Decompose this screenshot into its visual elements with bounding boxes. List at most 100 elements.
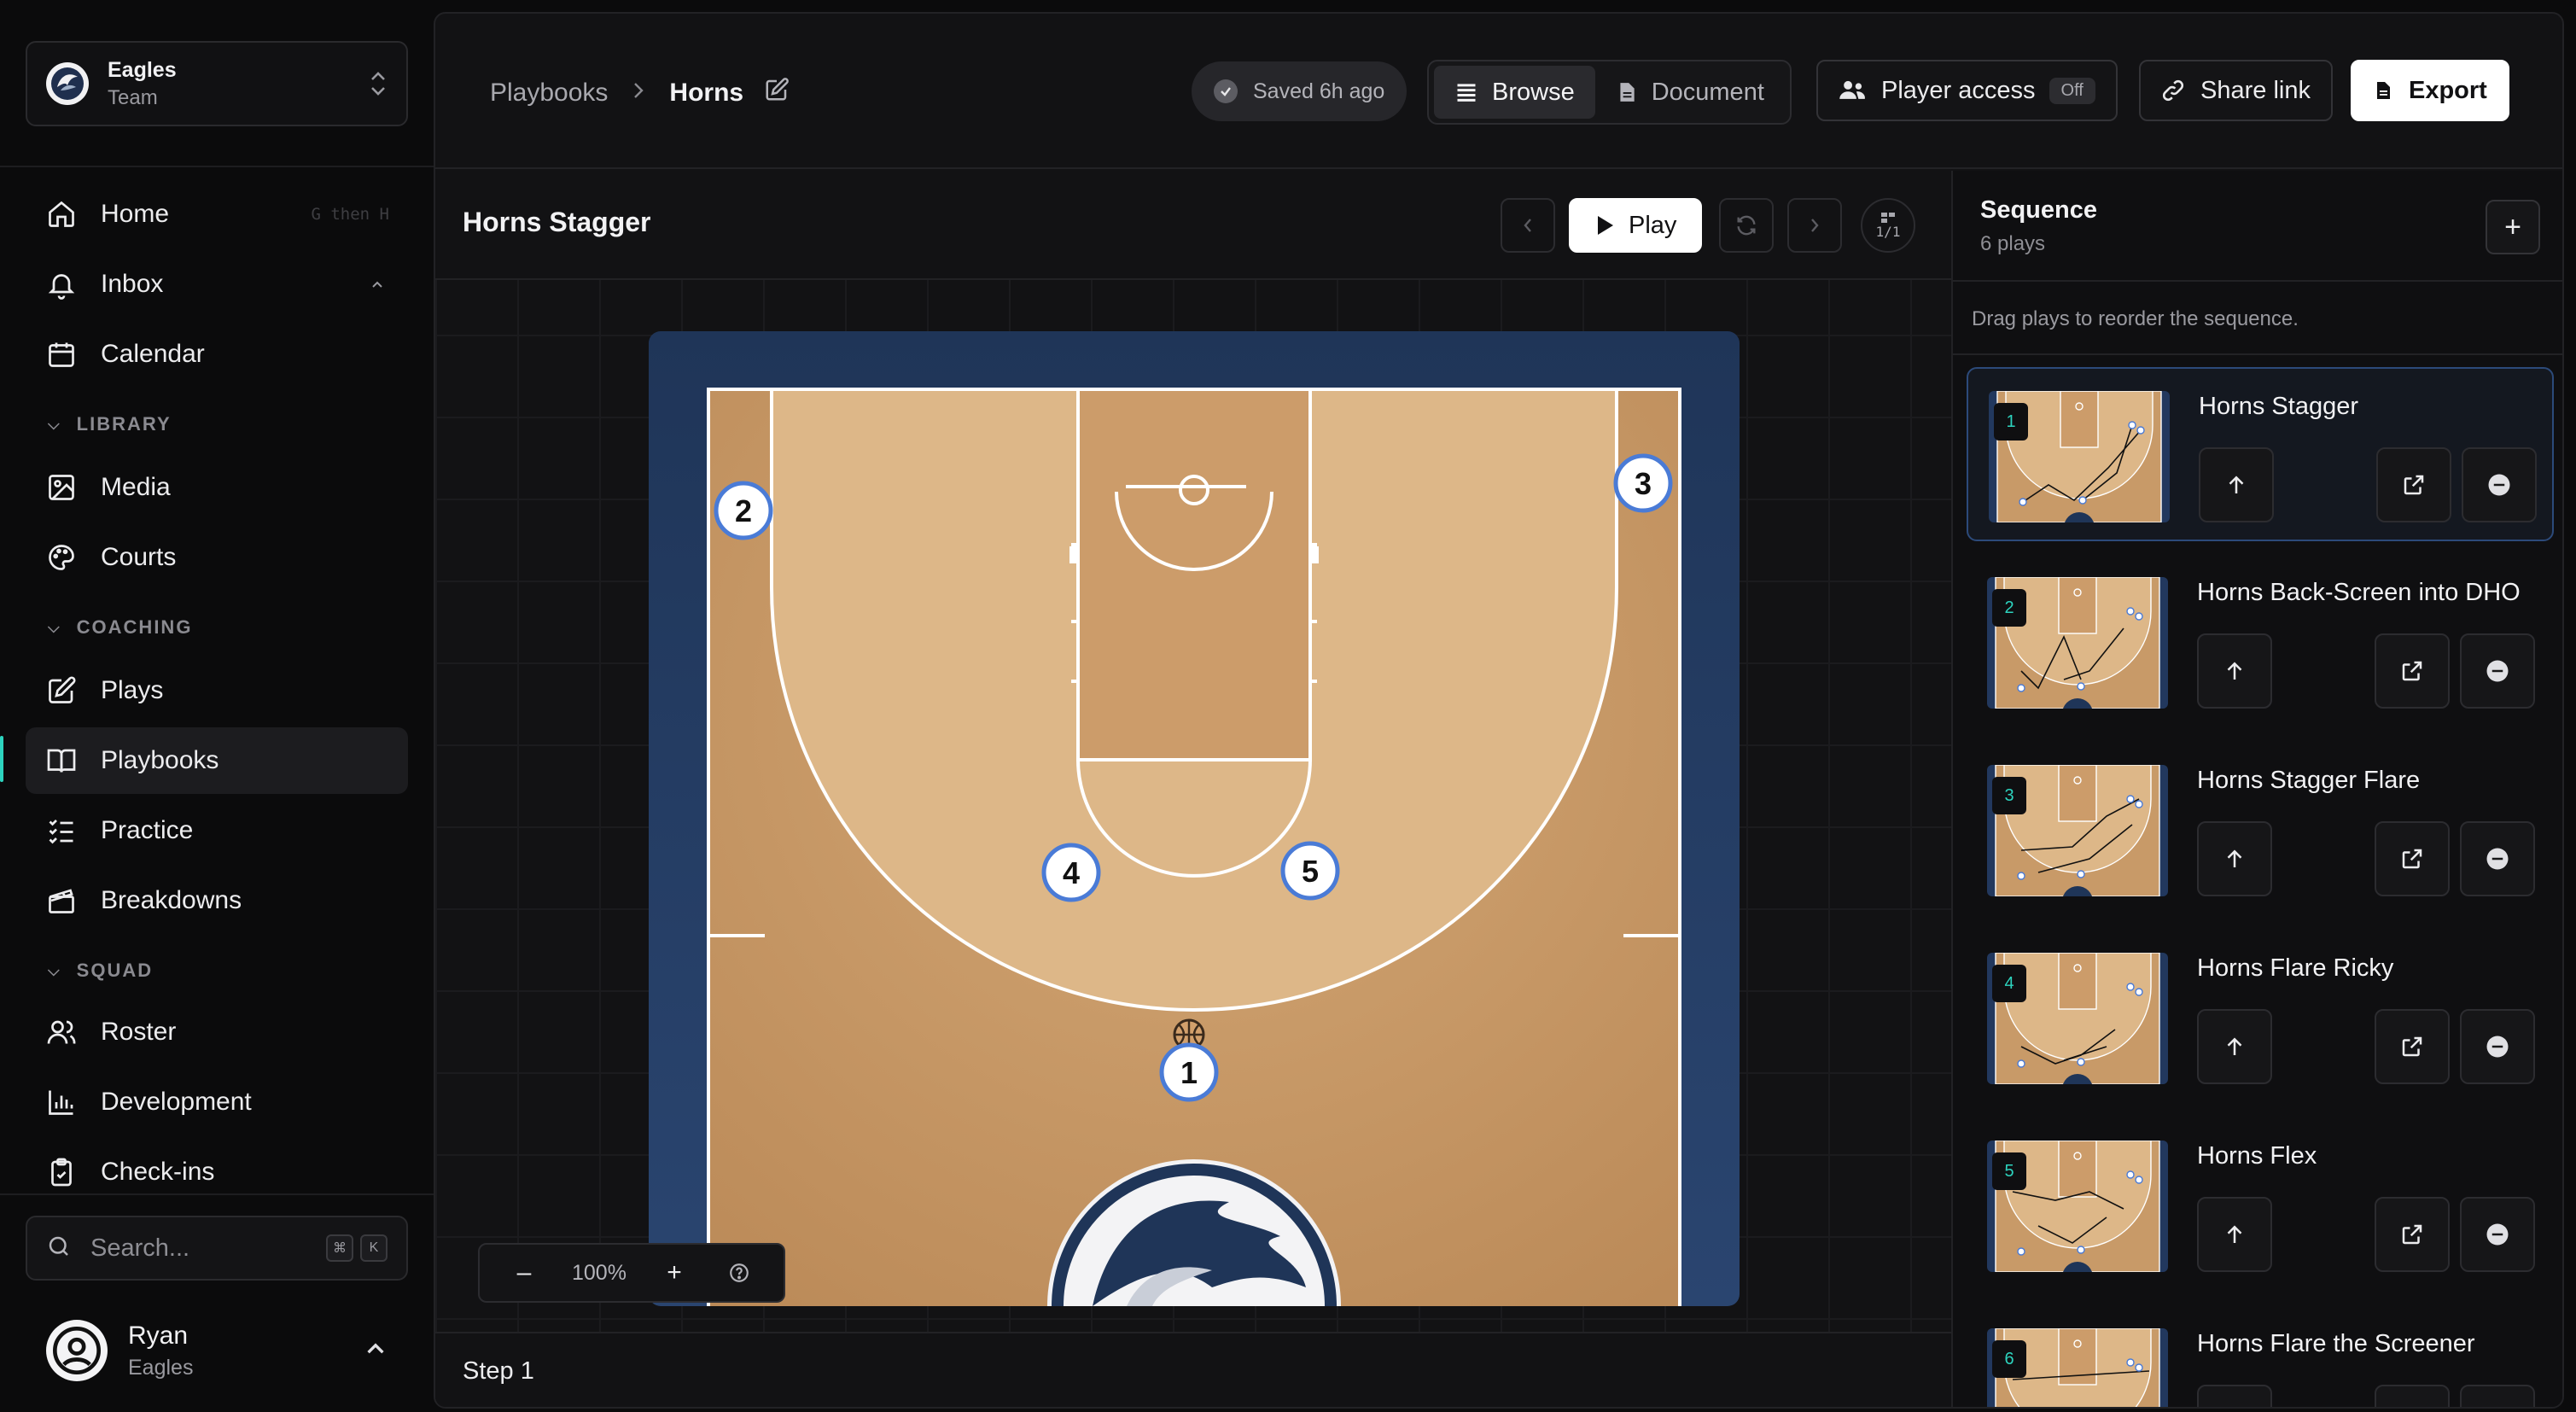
remove-play-button[interactable]: [2460, 821, 2535, 896]
external-link-icon: [2402, 1036, 2422, 1057]
remove-play-button[interactable]: [2460, 633, 2535, 709]
active-indicator: [0, 736, 3, 782]
sequence-card[interactable]: 3 Horns Stagger Flare: [1967, 743, 2554, 917]
share-link-label: Share link: [2200, 76, 2311, 104]
external-link-icon: [2402, 1224, 2422, 1245]
sidebar-item-inbox[interactable]: Inbox: [26, 251, 408, 318]
section-library[interactable]: ⌵ LIBRARY: [48, 413, 172, 435]
open-play-button[interactable]: [2375, 821, 2450, 896]
loop-button[interactable]: [1719, 198, 1774, 253]
court-canvas[interactable]: 1 2 3 4 5: [649, 331, 1740, 1407]
help-icon[interactable]: [722, 1256, 756, 1290]
step-bar: Step 1: [435, 1332, 1951, 1407]
breadcrumb-playbooks[interactable]: Playbooks: [490, 79, 608, 108]
sidebar-item-development[interactable]: Development: [26, 1069, 408, 1135]
move-up-button[interactable]: [2197, 821, 2272, 896]
player-marker[interactable]: 5: [1280, 841, 1340, 901]
player-marker[interactable]: 3: [1613, 453, 1673, 513]
user-menu[interactable]: Ryan Eagles: [26, 1304, 408, 1397]
sidebar-item-label: Home: [101, 200, 170, 228]
play-thumbnail: 1: [1989, 391, 2170, 522]
play-button[interactable]: Play: [1569, 198, 1703, 253]
play-thumbnail: 6: [1987, 1328, 2168, 1407]
open-play-button[interactable]: [2375, 633, 2450, 709]
move-up-button[interactable]: [2197, 1009, 2272, 1084]
move-up-button[interactable]: [2199, 447, 2274, 522]
sequence-card[interactable]: 2 Horns Back-Screen into DHO: [1967, 555, 2554, 729]
sidebar-item-plays[interactable]: Plays: [26, 657, 408, 724]
export-button[interactable]: Export: [2351, 60, 2509, 121]
play-thumbnail: 3: [1987, 765, 2168, 896]
search-box[interactable]: ⌘ K: [26, 1216, 408, 1281]
save-status: Saved 6h ago: [1192, 61, 1407, 121]
share-link-button[interactable]: Share link: [2139, 60, 2333, 121]
chevron-down-icon: ⌵: [48, 618, 61, 636]
play-title: Horns Stagger: [463, 207, 651, 237]
remove-play-button[interactable]: [2460, 1197, 2535, 1272]
play-title: Horns Stagger: [2199, 393, 2358, 420]
prev-step-button[interactable]: [1501, 198, 1555, 253]
move-up-button[interactable]: [2197, 633, 2272, 709]
zoom-in-button[interactable]: +: [657, 1256, 691, 1290]
view-document-button[interactable]: Document: [1595, 66, 1785, 119]
next-step-button[interactable]: [1787, 198, 1842, 253]
chevrons-up-down-icon: [369, 68, 388, 101]
users-icon: [44, 1015, 79, 1049]
main-panel: Playbooks Horns Saved 6h ago Browse Docu…: [434, 12, 2564, 1409]
section-coaching[interactable]: ⌵ COACHING: [48, 616, 192, 639]
chevron-down-icon: ⌵: [48, 415, 61, 433]
section-label: COACHING: [76, 616, 193, 638]
move-up-button[interactable]: [2197, 1385, 2272, 1407]
sequence-card[interactable]: 5 Horns Flex: [1967, 1118, 2554, 1292]
remove-play-button[interactable]: [2460, 1385, 2535, 1407]
sidebar-item-media[interactable]: Media: [26, 454, 408, 521]
sidebar-item-roster[interactable]: Roster: [26, 999, 408, 1065]
sidebar-item-playbooks[interactable]: Playbooks: [26, 727, 408, 794]
sidebar-item-practice[interactable]: Practice: [26, 797, 408, 864]
sidebar-divider: [0, 1193, 434, 1195]
sequence-card[interactable]: 1 Horns Stagger: [1967, 367, 2554, 541]
sidebar-item-check-ins[interactable]: Check-ins: [26, 1139, 408, 1205]
step-label[interactable]: Step 1: [463, 1357, 534, 1386]
view-browse-button[interactable]: Browse: [1434, 66, 1595, 119]
section-squad[interactable]: ⌵ SQUAD: [48, 960, 153, 982]
player-marker[interactable]: 4: [1041, 843, 1101, 902]
player-marker[interactable]: 2: [714, 481, 773, 540]
sequence-card[interactable]: 6 Horns Flare the Screener: [1967, 1306, 2554, 1407]
sidebar-item-courts[interactable]: Courts: [26, 524, 408, 591]
remove-play-button[interactable]: [2462, 447, 2537, 522]
step-counter[interactable]: 1/1: [1861, 198, 1915, 253]
zoom-out-button[interactable]: –: [507, 1256, 541, 1290]
player-marker[interactable]: 1: [1159, 1042, 1219, 1102]
open-play-button[interactable]: [2375, 1385, 2450, 1407]
pencil-square-icon[interactable]: [764, 77, 790, 109]
move-up-button[interactable]: [2197, 1197, 2272, 1272]
search-input[interactable]: [90, 1234, 295, 1263]
minus-circle-icon: [2488, 474, 2510, 496]
play-title: Horns Stagger Flare: [2197, 767, 2421, 794]
edit-icon: [44, 674, 79, 708]
chevron-left-icon: [1524, 219, 1531, 232]
export-label: Export: [2409, 76, 2487, 104]
play-thumbnail: 4: [1987, 953, 2168, 1084]
minus-circle-icon: [2486, 660, 2509, 682]
add-play-button[interactable]: +: [2486, 200, 2540, 254]
sidebar-item-breakdowns[interactable]: Breakdowns: [26, 867, 408, 934]
team-switcher[interactable]: Eagles Team: [26, 41, 408, 126]
play-number-badge: 4: [1992, 965, 2026, 1002]
open-play-button[interactable]: [2375, 1009, 2450, 1084]
open-play-button[interactable]: [2376, 447, 2451, 522]
play-label: Play: [1629, 211, 1677, 239]
player-access-button[interactable]: Player access Off: [1816, 60, 2118, 121]
player-number: 5: [1302, 854, 1319, 889]
sidebar-item-calendar[interactable]: Calendar: [26, 321, 408, 388]
sequence-card[interactable]: 4 Horns Flare Ricky: [1967, 931, 2554, 1105]
sidebar-item-label: Playbooks: [101, 746, 219, 774]
remove-play-button[interactable]: [2460, 1009, 2535, 1084]
view-document-label: Document: [1651, 78, 1764, 106]
chevron-up-icon[interactable]: [360, 267, 394, 301]
open-play-button[interactable]: [2375, 1197, 2450, 1272]
sidebar-item-label: Practice: [101, 816, 194, 844]
sidebar-item-home[interactable]: Home G then H: [26, 181, 408, 248]
play-number-badge: 6: [1992, 1340, 2026, 1378]
